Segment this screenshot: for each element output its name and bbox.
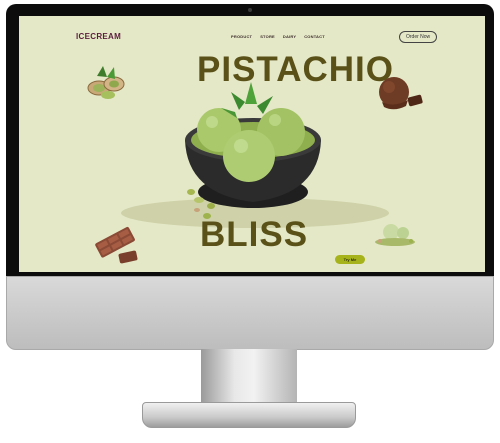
- monitor-chin: [6, 276, 494, 350]
- order-now-button[interactable]: Order Now: [399, 31, 438, 43]
- pistachio-nuts-image: [87, 66, 125, 99]
- monitor-bezel: ICECREAM PRODUCT STORE DAIRY CONTACT Ord…: [6, 4, 494, 276]
- website-screen: ICECREAM PRODUCT STORE DAIRY CONTACT Ord…: [19, 16, 485, 272]
- brand-logo[interactable]: ICECREAM: [76, 32, 121, 41]
- webcam-dot: [248, 8, 252, 12]
- nav-item-product[interactable]: PRODUCT: [231, 34, 252, 39]
- pistachio-ice-cream-scoops-image: [375, 224, 415, 246]
- chocolate-ice-cream-image: [379, 77, 423, 110]
- main-nav: PRODUCT STORE DAIRY CONTACT: [231, 34, 325, 39]
- monitor-stand-neck: [201, 349, 297, 404]
- nav-item-store[interactable]: STORE: [260, 34, 275, 39]
- nav-item-contact[interactable]: CONTACT: [304, 34, 325, 39]
- nav-item-dairy[interactable]: DAIRY: [283, 34, 296, 39]
- chocolate-bar-image: [95, 226, 138, 264]
- hero-title-bottom: BLISS: [200, 215, 309, 254]
- monitor-stand-base: [142, 402, 356, 428]
- computer-monitor: ICECREAM PRODUCT STORE DAIRY CONTACT Ord…: [6, 4, 494, 350]
- try-me-button[interactable]: Try Me: [335, 255, 365, 264]
